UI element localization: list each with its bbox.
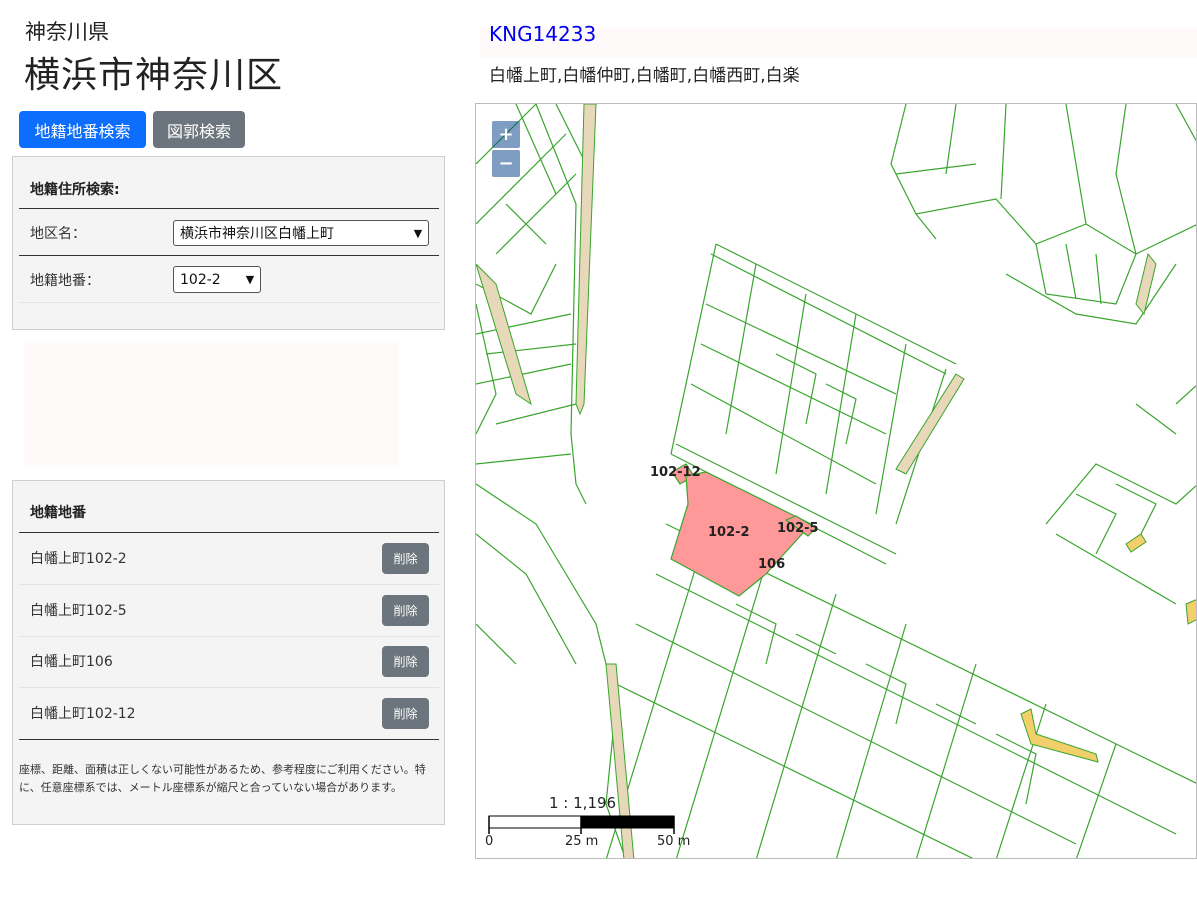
map-code-link[interactable]: KNG14233 — [489, 22, 596, 46]
road-strip — [895, 373, 965, 475]
road-strip — [1135, 252, 1157, 316]
chevron-down-icon: ▼ — [245, 273, 255, 286]
delete-button[interactable]: 削除 — [382, 698, 429, 729]
delete-button[interactable]: 削除 — [382, 543, 429, 574]
zukaku-search-button[interactable]: 図郭検索 — [153, 111, 245, 148]
lot-select-value: 102-2 — [180, 271, 221, 288]
lot-label: 地籍地番： — [30, 273, 100, 289]
chiban-search-button[interactable]: 地籍地番検索 — [19, 111, 146, 148]
list-item: 白幡上町102-12 削除 — [19, 688, 439, 740]
zoom-in-button[interactable]: + — [492, 121, 520, 148]
scale-label: 50 m — [657, 834, 691, 849]
scale-label: 0 — [485, 834, 494, 849]
chevron-down-icon: ▼ — [413, 226, 423, 240]
highlight-parcel[interactable] — [1125, 533, 1147, 553]
lot-item-label: 白幡上町102-2 — [30, 551, 127, 567]
divider — [19, 255, 439, 256]
lot-list-title: 地籍地番 — [30, 505, 86, 521]
divider — [19, 208, 439, 209]
disclaimer-text: 座標、距離、面積は正しくない可能性があるため、参考程度にご利用ください。特に、任… — [19, 763, 426, 794]
zoom-out-button[interactable]: − — [492, 150, 520, 177]
road-strip — [476, 263, 532, 406]
lot-item-label: 白幡上町102-5 — [30, 603, 127, 619]
scale-ratio: 1 : 1,196 — [549, 794, 617, 812]
ad-placeholder — [24, 343, 399, 467]
district-select[interactable]: 横浜市神奈川区白幡上町 ▼ — [173, 220, 429, 246]
parcel-label: 102-5 — [777, 521, 819, 536]
delete-button[interactable]: 削除 — [382, 595, 429, 626]
highlight-parcel[interactable] — [1185, 599, 1197, 625]
list-item: 白幡上町106 削除 — [19, 636, 439, 688]
town-list: 白幡上町,白幡仲町,白幡町,白幡西町,白楽 — [489, 66, 800, 86]
map-canvas[interactable]: 102-12 102-2 102-5 106 — [476, 104, 1197, 859]
delete-button[interactable]: 削除 — [382, 646, 429, 677]
lot-item-label: 白幡上町106 — [30, 654, 113, 670]
parcel-label: 102-12 — [650, 465, 701, 480]
parcel-label: 102-2 — [708, 525, 750, 540]
scale-bar-white — [488, 815, 582, 829]
lot-item-label: 白幡上町102-12 — [30, 706, 136, 722]
list-item: 白幡上町102-2 削除 — [19, 533, 439, 585]
address-search-title: 地籍住所検索: — [30, 182, 120, 198]
district-label: 地区名： — [30, 226, 86, 242]
list-item: 白幡上町102-5 削除 — [19, 585, 439, 637]
prefecture-title: 神奈川県 — [25, 20, 109, 44]
scale-bar-black — [580, 815, 675, 829]
lot-select[interactable]: 102-2 ▼ — [173, 266, 261, 293]
city-title: 横浜市神奈川区 — [24, 55, 284, 96]
district-select-value: 横浜市神奈川区白幡上町 — [180, 226, 334, 242]
divider — [19, 302, 439, 303]
cadastral-map[interactable]: 102-12 102-2 102-5 106 + − 1 : 1,196 0 2… — [475, 103, 1197, 859]
lot-list-panel: 地籍地番 白幡上町102-2 削除 白幡上町102-5 削除 白幡上町106 削… — [12, 480, 445, 825]
address-search-panel: 地籍住所検索: 地区名： 横浜市神奈川区白幡上町 ▼ 地籍地番： 102-2 ▼ — [12, 156, 445, 330]
scale-label: 25 m — [565, 834, 599, 849]
parcel-label: 106 — [758, 557, 785, 572]
